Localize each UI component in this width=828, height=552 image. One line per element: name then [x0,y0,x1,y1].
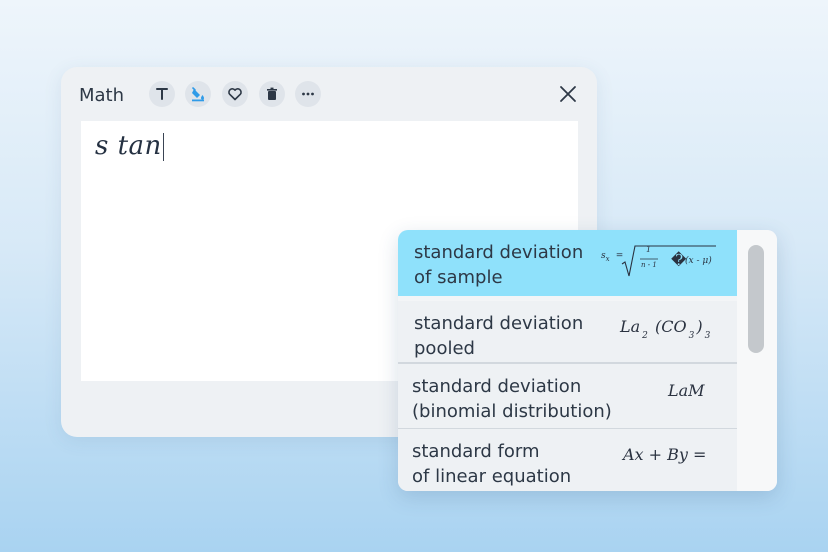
formula-close: ) [696,317,703,336]
autocomplete-dropdown: standard deviation of sample sx = 1 n - … [398,230,777,491]
suggestion-label-line2: of linear equation [412,466,572,487]
formula-s-sub: x [605,255,610,263]
more-options-icon [302,92,314,96]
formula-denominator: n - 1 [641,261,657,269]
suggestion-item-standard-deviation-binomial[interactable]: standard deviation (binomial distributio… [398,364,737,430]
formula-numerator: 1 [646,245,652,254]
suggestion-formula: sx = 1 n - 1 � (x - μ) [601,245,716,277]
suggestion-label-line1: standard form [412,441,540,462]
panel-header: Math [61,67,597,121]
suggestion-label-line1: standard deviation [414,313,584,334]
panel-title: Math [79,85,125,106]
suggestion-formula: LaM [668,381,705,400]
formula-s: s [601,251,606,261]
suggestion-label-line1: standard deviation [414,242,584,263]
close-icon [560,86,576,102]
text-format-button[interactable] [149,81,175,107]
suggestion-label-line2: (binomial distribution) [412,401,612,422]
fill-color-icon [192,87,204,102]
favorite-button[interactable] [222,81,248,107]
suggestion-formula: Ax + By = [623,445,707,464]
formula-base: La [620,317,641,336]
formula-sub2: 3 [688,331,695,341]
suggestion-item-standard-deviation-of-sample[interactable]: standard deviation of sample sx = 1 n - … [398,230,737,296]
suggestion-formula: La 2 (CO 3) 3 [620,317,712,341]
fill-color-button[interactable] [185,81,211,107]
more-options-button[interactable] [295,81,321,107]
suggestion-label: standard deviation pooled [414,311,614,361]
formula-mid: (CO [655,317,687,336]
suggestion-label: standard form of linear equation [412,439,612,489]
close-button[interactable] [557,83,579,105]
scrollbar-thumb[interactable] [748,245,764,353]
suggestion-label: standard deviation of sample [414,240,614,290]
heart-icon [228,88,242,101]
suggestion-item-standard-deviation-pooled[interactable]: standard deviation pooled La 2 (CO 3) 3 [398,301,737,364]
suggestion-item-standard-form-linear-equation[interactable]: standard form of linear equation Ax + By… [398,429,737,491]
suggestion-label-line2: of sample [414,267,503,288]
suggestion-label: standard deviation (binomial distributio… [412,374,642,424]
suggestion-label-line2: pooled [414,338,475,359]
delete-button[interactable] [259,81,285,107]
suggestion-label-line1: standard deviation [412,376,582,397]
formula-paren: (x - μ) [685,256,712,266]
text-format-icon [156,88,168,100]
formula-sub3: 3 [704,331,711,341]
math-input-text: s tan [95,131,171,161]
trash-icon [267,87,277,100]
formula-sub1: 2 [642,331,648,341]
text-caret [163,133,164,161]
